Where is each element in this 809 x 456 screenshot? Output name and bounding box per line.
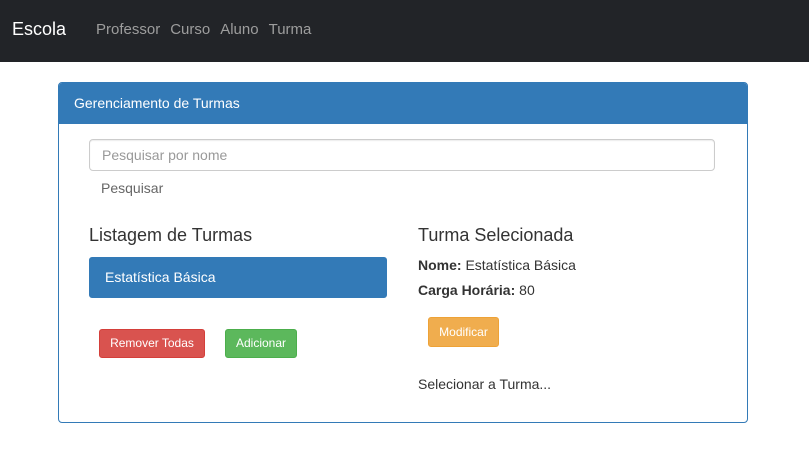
select-turma-link[interactable]: Selecionar a Turma... <box>418 376 551 392</box>
nav-link-curso[interactable]: Curso <box>170 21 210 38</box>
remove-all-button[interactable]: Remover Todas <box>99 329 205 358</box>
panel-heading: Gerenciamento de Turmas <box>59 83 747 124</box>
modify-button[interactable]: Modificar <box>428 317 499 347</box>
selected-title: Turma Selecionada <box>418 225 574 245</box>
nav-link-aluno[interactable]: Aluno <box>220 21 258 38</box>
brand-link[interactable]: Escola <box>12 19 66 40</box>
top-navbar: Escola Professor Curso Aluno Turma <box>0 0 809 62</box>
turmas-panel: Gerenciamento de Turmas Pesquisar Listag… <box>58 82 748 423</box>
search-input[interactable] <box>89 139 715 171</box>
nav-links: Professor Curso Aluno Turma <box>96 21 321 38</box>
list-item[interactable]: Estatística Básica <box>89 257 387 298</box>
selected-name: Nome: Estatística Básica <box>418 257 576 273</box>
hours-value: 80 <box>519 282 535 298</box>
hours-label: Carga Horária: <box>418 282 516 298</box>
search-button[interactable]: Pesquisar <box>101 180 163 196</box>
add-button[interactable]: Adicionar <box>225 329 297 358</box>
name-label: Nome: <box>418 257 462 273</box>
name-value: Estatística Básica <box>465 257 576 273</box>
list-title: Listagem de Turmas <box>89 225 253 245</box>
nav-link-turma[interactable]: Turma <box>269 21 312 38</box>
selected-hours: Carga Horária: 80 <box>418 282 535 298</box>
nav-link-professor[interactable]: Professor <box>96 21 160 38</box>
